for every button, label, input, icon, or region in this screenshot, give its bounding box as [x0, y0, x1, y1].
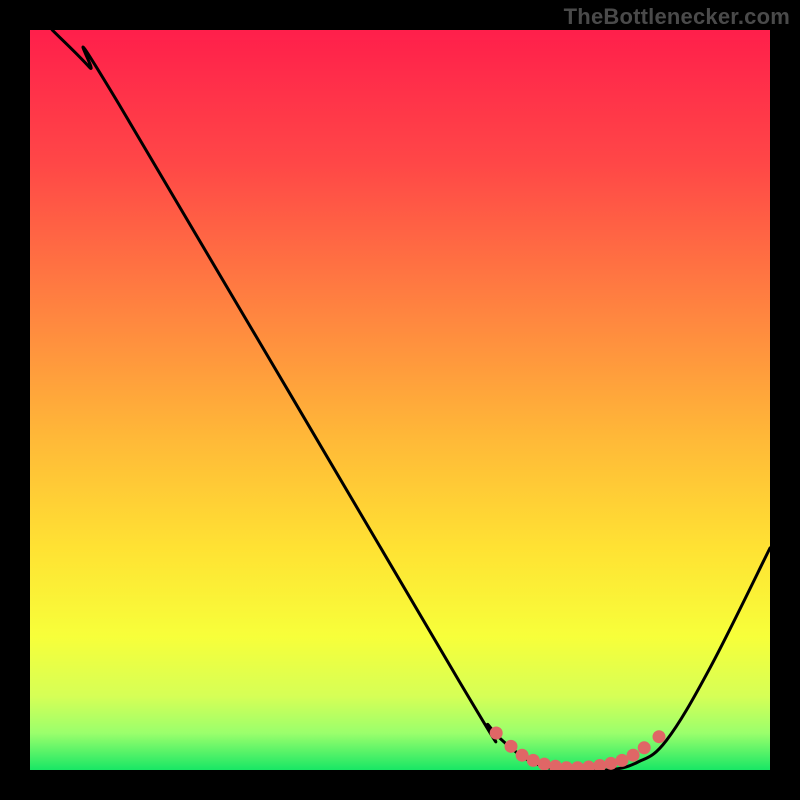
plot-area — [30, 30, 770, 770]
marker-dot — [653, 730, 666, 743]
marker-dot — [505, 740, 518, 753]
marker-dot — [490, 727, 503, 740]
watermark-text: TheBottlenecker.com — [564, 4, 790, 30]
marker-dot — [604, 757, 617, 770]
chart-svg — [30, 30, 770, 770]
marker-dot — [616, 754, 629, 767]
marker-dot — [538, 758, 551, 770]
marker-dot — [638, 741, 651, 754]
marker-dot — [527, 754, 540, 767]
marker-dot — [627, 749, 640, 762]
chart-frame: TheBottlenecker.com — [0, 0, 800, 800]
marker-dot — [516, 749, 529, 762]
